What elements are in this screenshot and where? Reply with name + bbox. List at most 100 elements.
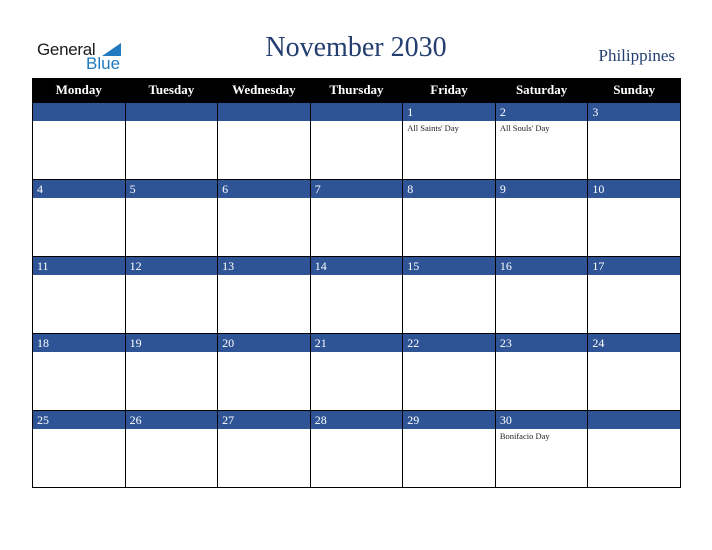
week-row: 1 All Saints' Day 2 All Souls' Day 3 — [32, 102, 681, 180]
holiday-label — [218, 429, 310, 431]
holiday-label — [126, 429, 218, 431]
day-cell[interactable]: 6 — [217, 179, 311, 257]
day-cell[interactable]: 23 — [494, 333, 589, 411]
weekday-header: Tuesday — [124, 78, 219, 103]
day-cell[interactable]: 27 — [217, 410, 311, 488]
day-number: 7 — [310, 180, 403, 198]
day-number: 22 — [403, 334, 495, 352]
holiday-label — [126, 275, 218, 277]
holiday-label — [126, 352, 218, 354]
day-cell[interactable]: 11 — [32, 256, 126, 334]
day-cell[interactable]: 2 All Souls' Day — [494, 102, 589, 180]
day-number: 8 — [403, 180, 495, 198]
day-cell[interactable]: 15 — [402, 256, 496, 334]
holiday-label — [496, 198, 588, 200]
holiday-label — [218, 352, 310, 354]
day-number: 9 — [495, 180, 588, 198]
day-cell[interactable]: 14 — [309, 256, 404, 334]
day-number: 3 — [588, 103, 680, 121]
holiday-label — [311, 275, 403, 277]
day-cell[interactable]: 5 — [124, 179, 219, 257]
day-cell[interactable]: 1 All Saints' Day — [402, 102, 496, 180]
week-row: 18 19 20 21 22 23 24 — [32, 333, 681, 411]
day-cell[interactable]: 26 — [124, 410, 219, 488]
day-number: 17 — [588, 257, 680, 275]
day-number: 11 — [33, 257, 125, 275]
weekday-header: Thursday — [309, 78, 404, 103]
day-cell[interactable] — [309, 102, 404, 180]
holiday-label — [403, 275, 495, 277]
weekday-header: Monday — [32, 78, 126, 103]
day-cell[interactable] — [32, 102, 126, 180]
holiday-label — [33, 198, 125, 200]
day-cell[interactable]: 17 — [587, 256, 681, 334]
holiday-label — [403, 429, 495, 431]
holiday-label — [496, 275, 588, 277]
holiday-label — [126, 121, 218, 123]
holiday-label — [311, 121, 403, 123]
holiday-label — [588, 121, 680, 123]
day-number: 15 — [403, 257, 495, 275]
week-row: 11 12 13 14 15 16 17 — [32, 256, 681, 334]
day-number: 29 — [403, 411, 495, 429]
day-cell[interactable]: 10 — [587, 179, 681, 257]
day-cell[interactable]: 29 — [402, 410, 496, 488]
day-cell[interactable]: 18 — [32, 333, 126, 411]
holiday-label — [496, 352, 588, 354]
holiday-label — [33, 352, 125, 354]
day-cell[interactable]: 21 — [309, 333, 404, 411]
day-cell[interactable]: 20 — [217, 333, 311, 411]
day-cell[interactable]: 16 — [494, 256, 589, 334]
day-cell[interactable]: 30 Bonifacio Day — [494, 410, 589, 488]
day-number: 26 — [125, 411, 218, 429]
day-number: 28 — [310, 411, 403, 429]
day-number: 5 — [125, 180, 218, 198]
day-number: 13 — [218, 257, 310, 275]
holiday-label — [311, 198, 403, 200]
holiday-label — [311, 352, 403, 354]
day-number: 12 — [125, 257, 218, 275]
weekday-header-row: Monday Tuesday Wednesday Thursday Friday Satu… — [32, 78, 681, 103]
day-cell[interactable]: 24 — [587, 333, 681, 411]
day-number: 10 — [588, 180, 680, 198]
week-row: 4 5 6 7 8 9 10 — [32, 179, 681, 257]
day-number — [125, 103, 218, 121]
day-cell[interactable]: 28 — [309, 410, 404, 488]
day-cell[interactable] — [587, 410, 681, 488]
weekday-header: Wednesday — [217, 78, 311, 103]
day-number: 6 — [218, 180, 310, 198]
day-cell[interactable]: 25 — [32, 410, 126, 488]
day-cell[interactable]: 8 — [402, 179, 496, 257]
holiday-label — [311, 429, 403, 431]
day-number: 27 — [218, 411, 310, 429]
holiday-label: Bonifacio Day — [499, 431, 550, 441]
holiday-label — [33, 121, 125, 123]
day-cell[interactable] — [124, 102, 219, 180]
day-number: 4 — [33, 180, 125, 198]
holiday-label — [33, 275, 125, 277]
day-cell[interactable]: 12 — [124, 256, 219, 334]
day-cell[interactable]: 4 — [32, 179, 126, 257]
day-number: 21 — [310, 334, 403, 352]
day-cell[interactable]: 7 — [309, 179, 404, 257]
day-cell[interactable] — [217, 102, 311, 180]
day-cell[interactable]: 22 — [402, 333, 496, 411]
holiday-label — [33, 429, 125, 431]
day-number: 30 — [495, 411, 588, 429]
holiday-label — [218, 198, 310, 200]
holiday-label — [588, 275, 680, 277]
day-number: 19 — [125, 334, 218, 352]
holiday-label — [588, 198, 680, 200]
day-cell[interactable]: 13 — [217, 256, 311, 334]
day-number: 24 — [588, 334, 680, 352]
day-cell[interactable]: 19 — [124, 333, 219, 411]
day-number — [33, 103, 125, 121]
day-cell[interactable]: 3 — [587, 102, 681, 180]
weekday-header: Sunday — [587, 78, 681, 103]
holiday-label — [403, 352, 495, 354]
day-number: 1 — [403, 103, 495, 121]
weekday-header: Friday — [402, 78, 496, 103]
day-number — [588, 411, 680, 429]
day-cell[interactable]: 9 — [494, 179, 589, 257]
holiday-label: All Saints' Day — [407, 123, 459, 133]
